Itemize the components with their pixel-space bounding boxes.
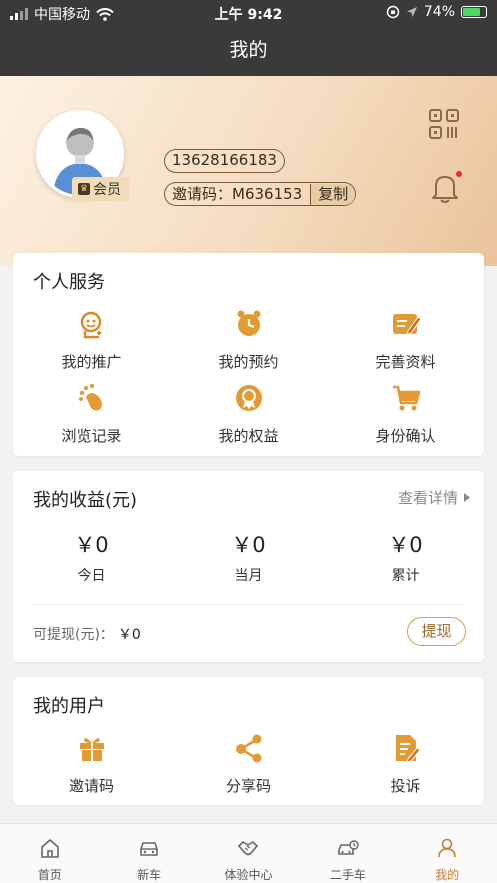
users-title: 我的用户 [33,696,105,717]
service-item-history[interactable]: 浏览记录 [13,383,170,446]
nav-bar: 我的 [0,26,497,76]
service-item-label: 完善资料 [375,353,436,371]
page-title: 我的 [229,39,268,61]
service-item-label: 浏览记录 [61,427,122,445]
view-details-label: 查看详情 [397,489,458,507]
earnings-value: ￥0 [74,533,109,557]
battery-icon [461,6,487,18]
tab-label: 二手车 [329,868,366,882]
earnings-card: 我的收益(元) 查看详情 ￥0 今日 ￥0 当月 ￥0 累计 可提现(元)： ￥0… [13,471,484,662]
earnings-value: ￥0 [231,533,266,557]
service-item-label: 身份确认 [375,427,436,445]
handshake-icon [238,841,259,856]
earnings-label: 累计 [391,568,420,584]
personal-service-card: 个人服务 我的推广 我的预约 完善资料 浏览记录 我的权益 身份确认 [13,253,484,456]
withdrawable-row: 可提现(元)： ￥0 [33,624,141,644]
users-item-invite-code[interactable]: 邀请码 [13,733,170,796]
users-item-label: 分享码 [225,777,271,795]
divider [33,604,464,605]
users-item-label: 投诉 [390,777,421,795]
earnings-today: ￥0 今日 [13,529,170,585]
users-item-complaint[interactable]: 投诉 [327,733,484,796]
service-item-label: 我的预约 [218,353,279,371]
service-item-complete-profile[interactable]: 完善资料 [327,309,484,372]
withdraw-button[interactable]: 提现 [407,617,466,646]
cart-icon [392,385,420,411]
home-icon [40,839,59,858]
tab-label: 新车 [137,868,162,882]
notification-bell-button[interactable] [430,171,462,204]
tab-new-car[interactable]: 新车 [99,824,198,883]
tab-label: 首页 [37,868,62,882]
service-item-label: 我的推广 [61,353,122,371]
profile-header: ♛ 会员 13628166183 邀请码：M636153 复制 [0,76,497,266]
alarm-clock-icon [237,310,260,336]
service-item-promotion[interactable]: 我的推广 [13,309,170,372]
member-badge: ♛ 会员 [72,177,129,201]
orientation-lock-icon [386,5,400,19]
copy-button[interactable]: 复制 [310,183,356,205]
service-item-identity[interactable]: 身份确认 [327,383,484,446]
my-users-card: 我的用户 邀请码 分享码 投诉 [13,677,484,805]
service-item-label: 我的权益 [218,427,279,445]
earnings-month: ￥0 当月 [170,529,327,585]
tab-label: 我的 [435,868,460,882]
earnings-title: 我的收益(元) [33,490,138,511]
medal-icon [235,385,262,411]
share-icon [235,734,261,763]
crown-icon: ♛ [78,183,90,195]
battery-percent: 74% [423,4,455,20]
used-car-icon [338,840,359,855]
tab-home[interactable]: 首页 [0,824,99,883]
users-item-share-code[interactable]: 分享码 [170,733,327,796]
service-item-benefits[interactable]: 我的权益 [170,383,327,446]
gift-icon [79,738,104,761]
earnings-value: ￥0 [388,533,423,557]
complaint-icon [395,735,421,763]
service-item-appointment[interactable]: 我的预约 [170,309,327,372]
qr-code-icon[interactable] [428,108,460,140]
invite-code-label: 邀请码：M636153 [172,184,303,203]
bell-icon [432,176,458,203]
promotion-icon [80,311,101,339]
invite-code-pill: 邀请码：M636153 复制 [164,182,357,206]
view-details-link[interactable]: 查看详情 [398,487,470,508]
member-badge-label: 会员 [93,182,121,198]
tab-experience-center[interactable]: 体验中心 [199,824,298,883]
phone-number: 13628166183 [164,149,285,173]
user-icon [438,838,457,858]
users-item-label: 邀请码 [68,777,114,795]
tab-label: 体验中心 [224,868,273,882]
status-bar: 中国移动 上午 9:42 74% [0,0,497,26]
earnings-label: 今日 [77,568,106,584]
earnings-total: ￥0 累计 [327,529,484,585]
tab-mine[interactable]: 我的 [398,824,497,883]
withdrawable-value: ￥0 [117,627,141,643]
car-icon [140,842,158,856]
caret-right-icon [464,493,470,502]
withdrawable-label: 可提现(元)： [33,627,114,643]
notification-dot [456,171,462,177]
tab-used-car[interactable]: 二手车 [298,824,397,883]
location-icon [406,7,417,17]
tab-bar: 首页 新车 体验中心 二手车 我的 [0,823,497,883]
footprint-icon [78,383,102,411]
earnings-label: 当月 [234,568,263,584]
edit-profile-icon [392,314,422,335]
service-title: 个人服务 [33,272,105,293]
